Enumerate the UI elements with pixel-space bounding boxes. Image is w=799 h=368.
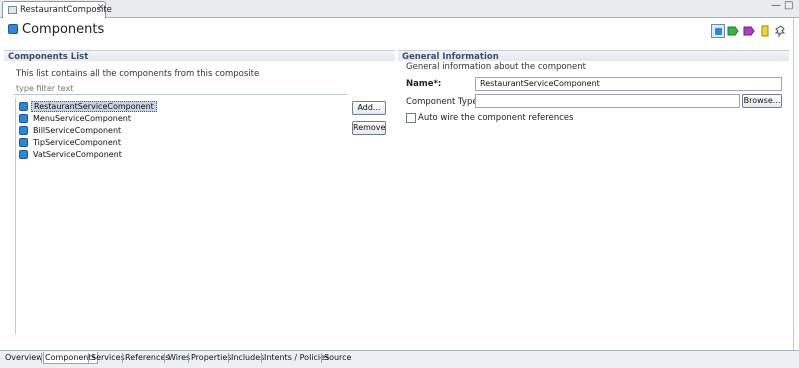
pin-toolbar-icon[interactable] [774, 24, 788, 38]
list-border [15, 98, 16, 334]
reference-toolbar-icon[interactable] [742, 24, 756, 38]
tab-overview[interactable]: Overview [4, 352, 44, 364]
filter-input[interactable] [14, 83, 347, 95]
list-item-label: TipServiceComponent [33, 138, 121, 147]
component-icon [19, 126, 28, 135]
property-toolbar-icon[interactable] [758, 24, 772, 38]
remove-button[interactable]: Remove [352, 121, 386, 135]
tab-separator [164, 353, 165, 363]
name-label: Name*: [406, 79, 442, 89]
general-info-title: General Information [402, 52, 499, 62]
components-list-description: This list contains all the components fr… [16, 69, 260, 79]
autowire-label: Auto wire the component references [418, 113, 574, 123]
general-info-description: General information about the component [406, 62, 586, 72]
tab-separator [321, 353, 322, 363]
component-type-label: Component Type: [406, 97, 481, 107]
name-field[interactable]: RestaurantServiceComponent [475, 77, 782, 91]
page-title: Components [22, 22, 105, 37]
component-icon [19, 102, 28, 111]
list-item[interactable]: RestaurantServiceComponent [19, 101, 157, 112]
component-icon [19, 138, 28, 147]
tab-separator [228, 353, 229, 363]
list-item[interactable]: BillServiceComponent [19, 125, 123, 136]
maximize-icon[interactable]: □ [784, 0, 793, 11]
tab-separator [88, 353, 89, 363]
list-item[interactable]: VatServiceComponent [19, 149, 124, 160]
editor-tab-strip [0, 0, 799, 18]
tab-separator [261, 353, 262, 363]
component-type-field[interactable] [475, 94, 740, 108]
tab-separator [188, 353, 189, 363]
tab-services[interactable]: Services [90, 352, 126, 364]
list-item[interactable]: MenuServiceComponent [19, 113, 133, 124]
browse-button[interactable]: Browse... [742, 94, 782, 108]
service-toolbar-icon[interactable] [726, 24, 740, 38]
components-list-title: Components List [8, 52, 89, 62]
components-list-header: Components List [4, 50, 395, 62]
list-item[interactable]: TipServiceComponent [19, 137, 123, 148]
minimize-icon[interactable]: — [771, 0, 781, 11]
tab-properties[interactable]: Properties [190, 352, 232, 364]
component-icon [19, 114, 28, 123]
component-icon [8, 24, 18, 34]
list-item-label: VatServiceComponent [33, 150, 122, 159]
component-icon [19, 150, 28, 159]
tab-separator [122, 353, 123, 363]
close-icon[interactable]: ✕ [97, 3, 105, 13]
composite-file-icon [8, 6, 17, 14]
editor-right-border [793, 18, 794, 350]
list-item-label: RestaurantServiceComponent [31, 101, 157, 112]
tab-separator [41, 353, 42, 363]
list-item-label: MenuServiceComponent [33, 114, 131, 123]
component-toolbar-icon[interactable] [711, 24, 725, 38]
general-info-header: General Information [398, 50, 789, 62]
editor-tab[interactable]: RestaurantComposite ✕ [2, 1, 112, 18]
tab-includes[interactable]: Includes [230, 352, 265, 364]
add-button[interactable]: Add... [352, 101, 386, 115]
list-item-label: BillServiceComponent [33, 126, 122, 135]
autowire-checkbox[interactable] [406, 113, 416, 123]
tab-source[interactable]: Source [323, 352, 352, 364]
